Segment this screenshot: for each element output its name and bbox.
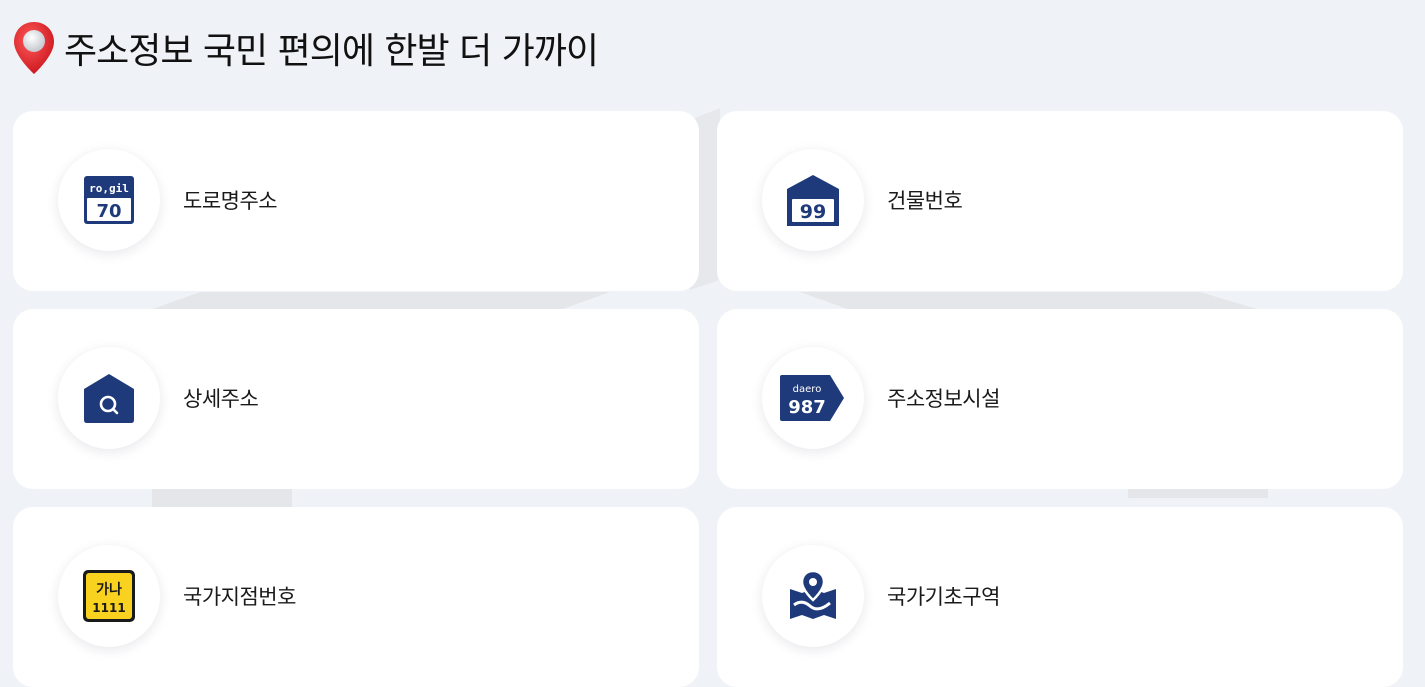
location-pin-icon [14, 22, 54, 74]
road-name-sign-icon: ro,gil 70 [84, 176, 134, 224]
road-sign-arrow-icon: daero 987 [780, 375, 844, 421]
card-building-number[interactable]: 99 건물번호 [717, 111, 1403, 291]
plate-number-text: 1111 [92, 601, 125, 615]
sign-top-text: daero [793, 384, 822, 395]
icon-circle: 99 [762, 149, 864, 251]
icon-circle: ro,gil 70 [58, 149, 160, 251]
page-title: 주소정보 국민 편의에 한발 더 가까이 [64, 31, 599, 72]
map-pin-icon [790, 569, 836, 619]
sign-top-text: ro,gil [89, 182, 129, 195]
building-number-plate-icon: 99 [787, 175, 839, 226]
card-national-point-number[interactable]: 가나 1111 국가지점번호 [13, 507, 699, 687]
page-header: 주소정보 국민 편의에 한발 더 가까이 [12, 20, 599, 76]
plate-number-text: 99 [800, 201, 826, 223]
card-label: 국가지점번호 [183, 585, 296, 609]
card-address-facility[interactable]: daero 987 주소정보시설 [717, 309, 1403, 489]
card-label: 주소정보시설 [887, 387, 1000, 411]
icon-circle [58, 347, 160, 449]
card-detailed-address[interactable]: 상세주소 [13, 309, 699, 489]
card-label: 건물번호 [887, 189, 963, 213]
sign-number-text: 987 [788, 397, 826, 418]
card-label: 국가기초구역 [887, 585, 1000, 609]
icon-circle: 가나 1111 [58, 545, 160, 647]
sign-number-text: 70 [96, 201, 121, 222]
card-label: 도로명주소 [183, 189, 278, 213]
icon-circle: daero 987 [762, 347, 864, 449]
card-road-name-address[interactable]: ro,gil 70 도로명주소 [13, 111, 699, 291]
plate-top-text: 가나 [96, 582, 122, 598]
card-national-basic-zone[interactable]: 국가기초구역 [717, 507, 1403, 687]
icon-circle [762, 545, 864, 647]
national-point-plate-icon: 가나 1111 [83, 570, 135, 622]
house-search-icon [84, 374, 134, 423]
card-label: 상세주소 [183, 387, 259, 411]
